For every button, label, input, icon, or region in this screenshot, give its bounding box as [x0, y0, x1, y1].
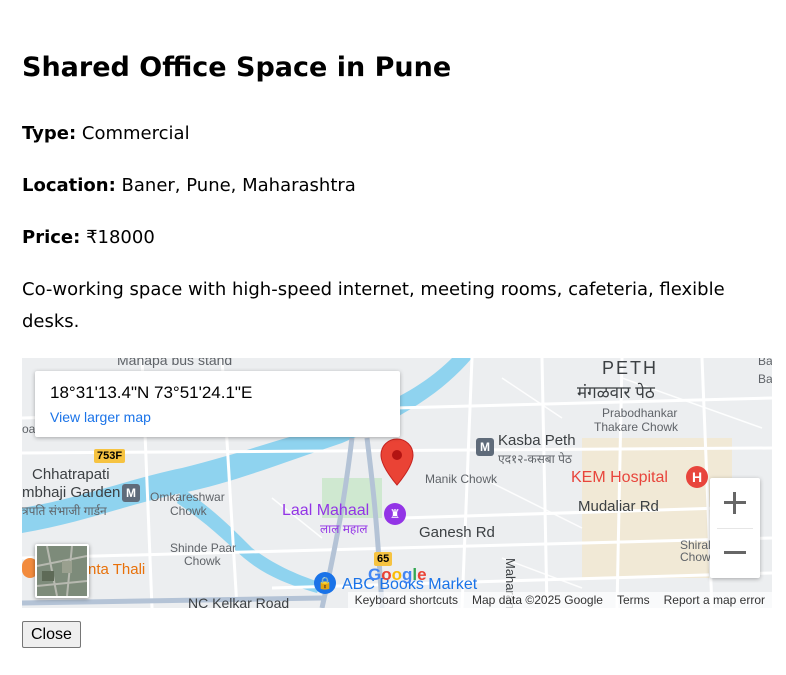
price-label: Price: — [22, 227, 81, 248]
map-label-manik: Manik Chowk — [425, 472, 498, 486]
report-map-error-link[interactable]: Report a map error — [657, 592, 772, 608]
map-label-thali: nta Thali — [88, 561, 146, 578]
location-value: Baner, Pune, Maharashtra — [121, 175, 356, 196]
route-65: 65 — [374, 552, 393, 566]
view-larger-map-link[interactable]: View larger map — [50, 409, 151, 425]
map-label-omkareshwar: Omkareshwar — [150, 490, 225, 504]
location-pin-icon[interactable] — [380, 438, 414, 486]
landmark-icon: ♜ — [384, 503, 406, 525]
map-label-shinde-chowk: Chowk — [184, 554, 221, 568]
shop-icon: 🔒 — [314, 572, 336, 594]
map-data-credit: Map data ©2025 Google — [472, 593, 603, 607]
price-value: ₹18000 — [86, 227, 155, 248]
map-label-manapa: Manapa bus stand — [117, 358, 233, 368]
zoom-out-button[interactable] — [710, 528, 760, 578]
map-label-oa: oa — [22, 422, 36, 436]
map-attribution: Keyboard shortcuts Map data ©2025 Google… — [347, 592, 772, 608]
zoom-controls — [710, 478, 760, 578]
map-label-kasba: Kasba Peth — [498, 432, 576, 449]
zoom-in-button[interactable] — [710, 478, 760, 528]
plus-icon — [724, 492, 746, 514]
map-label-sambhaji-mr: त्रपति संभाजी गार्डन — [22, 504, 107, 518]
satellite-thumbnail-icon — [37, 546, 87, 596]
map-label-laal: Laal Mahaal — [282, 502, 370, 519]
map-label-shinde: Shinde Paar — [170, 541, 237, 555]
embedded-map[interactable]: Manapa bus stand PETH मंगळवार पेठ Ba Ba … — [22, 358, 772, 608]
terms-link[interactable]: Terms — [610, 592, 657, 608]
minus-icon — [724, 551, 746, 554]
location-label: Location: — [22, 175, 116, 196]
page-title: Shared Office Space in Pune — [22, 52, 452, 83]
map-label-kem: KEM Hospital — [571, 469, 668, 486]
map-label-prabodhankar: Prabodhankar — [602, 406, 678, 420]
map-label-chhatrapati: Chhatrapati — [32, 466, 110, 483]
location-row: Location: Baner, Pune, Maharashtra — [22, 170, 356, 202]
route-753f: 753F — [94, 449, 126, 463]
map-label-ba: Ba — [758, 358, 772, 368]
map-label-kelkar: NC Kelkar Road — [188, 595, 290, 608]
map-label-shiral2: Chow — [680, 550, 711, 564]
type-row: Type: Commercial — [22, 118, 190, 150]
price-row: Price: ₹18000 — [22, 222, 155, 254]
keyboard-shortcuts-link[interactable]: Keyboard shortcuts — [348, 592, 465, 608]
google-logo: Google — [368, 565, 427, 584]
map-info-card: 18°31'13.4"N 73°51'24.1"E View larger ma… — [35, 371, 400, 437]
map-coordinates: 18°31'13.4"N 73°51'24.1"E — [50, 383, 253, 402]
metro-icon: M — [476, 438, 494, 456]
satellite-toggle[interactable] — [35, 544, 89, 598]
map-label-mudaliar: Mudaliar Rd — [578, 498, 659, 515]
map-label-ganesh: Ganesh Rd — [419, 524, 495, 541]
map-label-ba2: Ba — [758, 372, 772, 386]
type-value: Commercial — [81, 123, 190, 144]
map-label-thakare: Thakare Chowk — [594, 420, 679, 434]
close-button[interactable]: Close — [22, 621, 81, 648]
metro-icon-2: M — [122, 484, 140, 502]
map-label-peth-mr: मंगळवार पेठ — [577, 383, 655, 402]
type-label: Type: — [22, 123, 77, 144]
map-label-omk-chowk: Chowk — [170, 504, 207, 518]
hospital-icon: H — [686, 466, 708, 488]
map-label-kasba-mr: एद१२-कसबा पेठ — [498, 452, 572, 466]
map-label-laal-mr: लाल महाल — [320, 522, 368, 536]
description: Co-working space with high-speed interne… — [22, 279, 725, 332]
map-label-sambhaji: mbhaji Garden — [22, 484, 121, 501]
map-label-peth: PETH — [602, 358, 659, 378]
